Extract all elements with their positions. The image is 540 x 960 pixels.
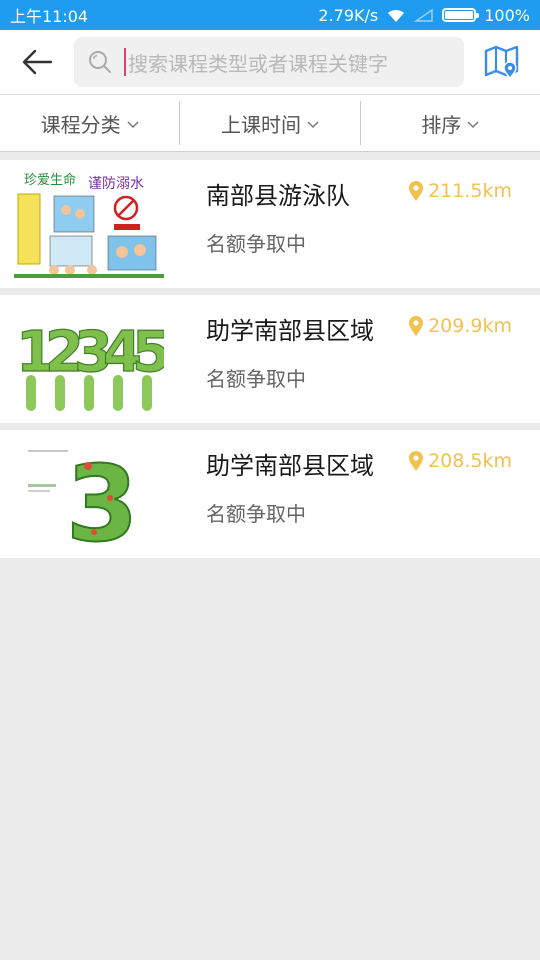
number-glyph: 3 (66, 443, 138, 550)
signal-icon (414, 8, 433, 22)
filter-time[interactable]: 上课时间 (179, 101, 359, 145)
poster-text: 谨防溺水 (88, 176, 144, 192)
course-distance: 211.5km (408, 180, 512, 202)
header: 搜索课程类型或者课程关键字 (0, 30, 540, 94)
search-icon (89, 51, 111, 73)
course-status: 名额争取中 (206, 502, 306, 526)
course-status: 名额争取中 (206, 232, 306, 256)
course-list: 珍爱生命 谨防溺水 南部县游泳队 名额争取中 211.5km 1 2 3 4 5… (0, 160, 540, 565)
poster-text: 珍爱生命 (24, 172, 76, 188)
network-speed: 2.79K/s (318, 5, 379, 25)
course-card[interactable]: 3 助学南部县区域 名额争取中 208.5km (0, 430, 540, 558)
location-pin-icon (409, 451, 424, 471)
search-placeholder: 搜索课程类型或者课程关键字 (128, 51, 388, 76)
status-time: 上午11:04 (10, 7, 89, 26)
green-numbers-image: 1 2 3 4 5 (14, 301, 164, 415)
course-thumbnail: 1 2 3 4 5 (0, 295, 180, 423)
filter-category[interactable]: 课程分类 (0, 95, 179, 151)
distance-value: 209.9km (428, 315, 512, 337)
course-status: 名额争取中 (206, 367, 306, 391)
battery-level: 100% (484, 5, 530, 25)
text-caret (124, 48, 126, 76)
green-three-image: 3 (14, 436, 164, 550)
distance-value: 211.5km (428, 180, 512, 202)
course-card[interactable]: 珍爱生命 谨防溺水 南部县游泳队 名额争取中 211.5km (0, 160, 540, 288)
course-thumbnail: 珍爱生命 谨防溺水 (0, 160, 180, 288)
course-card[interactable]: 1 2 3 4 5 助学南部县区域 名额争取中 209.9km (0, 295, 540, 423)
filter-sort[interactable]: 排序 (359, 101, 540, 145)
battery-icon (442, 8, 480, 22)
chevron-down-icon (307, 121, 319, 129)
back-arrow-icon (22, 49, 53, 75)
distance-value: 208.5km (428, 450, 512, 472)
status-bar: 上午11:04 2.79K/s 100% (0, 0, 540, 30)
course-distance: 209.9km (408, 315, 512, 337)
map-button[interactable] (464, 30, 540, 94)
back-button[interactable] (0, 30, 74, 94)
wifi-icon (388, 9, 405, 22)
chevron-down-icon (467, 121, 479, 129)
search-input[interactable]: 搜索课程类型或者课程关键字 (74, 37, 464, 87)
course-distance: 208.5km (408, 450, 512, 472)
location-pin-icon (409, 181, 424, 201)
filter-bar: 课程分类 上课时间 排序 (0, 94, 540, 152)
chevron-down-icon (127, 121, 139, 129)
filter-label: 上课时间 (220, 112, 301, 137)
filter-label: 课程分类 (40, 112, 121, 137)
filter-label: 排序 (421, 112, 462, 137)
map-icon (484, 45, 519, 79)
location-pin-icon (409, 316, 424, 336)
course-thumbnail: 3 (0, 430, 180, 558)
swim-safety-poster-image: 珍爱生命 谨防溺水 (14, 166, 164, 280)
